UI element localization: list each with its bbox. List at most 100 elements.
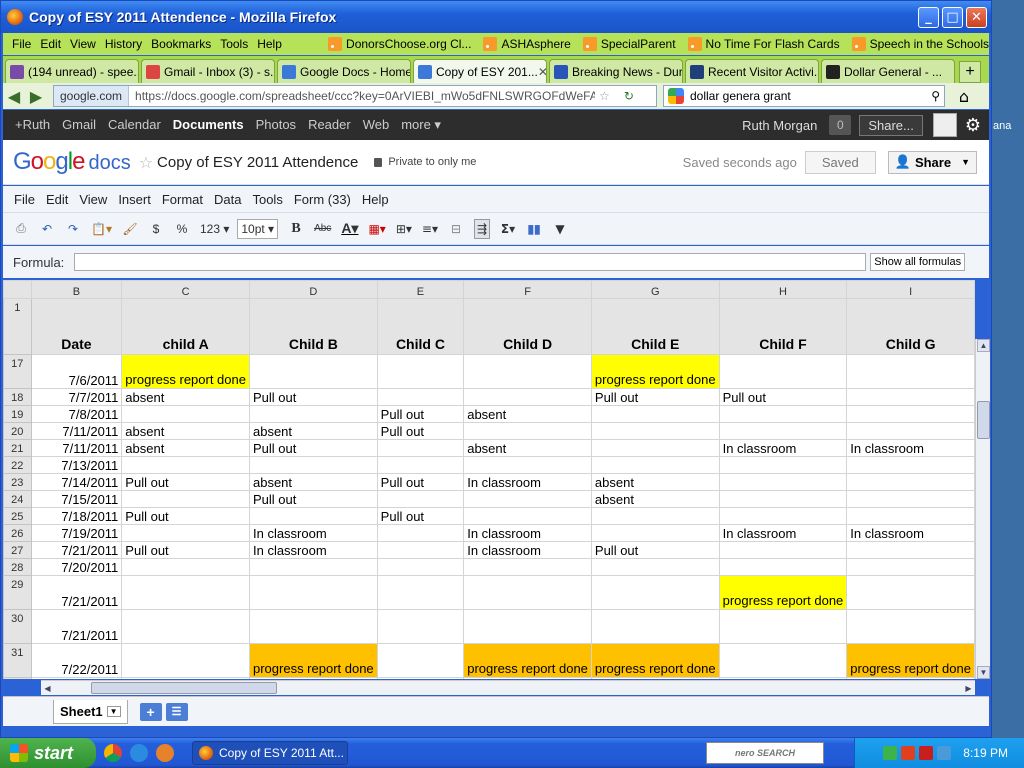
gbar-item[interactable]: Documents — [173, 117, 244, 133]
attendance-cell[interactable]: Pull out — [376, 422, 465, 440]
bookmark-item[interactable]: ASHAsphere — [483, 37, 571, 51]
row-number[interactable]: 26 — [3, 524, 32, 542]
attendance-cell[interactable] — [376, 388, 465, 406]
browser-tab[interactable]: Dollar General - ... — [821, 59, 955, 83]
bold-icon[interactable]: B — [288, 219, 304, 239]
date-cell[interactable]: 7/22/2011 — [30, 643, 123, 678]
attendance-cell[interactable] — [463, 388, 592, 406]
attendance-cell[interactable]: progress report done — [590, 643, 720, 678]
bookmark-item[interactable]: DonorsChoose.org Cl... — [328, 37, 471, 51]
chevron-down-icon[interactable]: ▼ — [106, 705, 121, 717]
url-bar[interactable]: google.com https://docs.google.com/sprea… — [53, 85, 657, 107]
attendance-cell[interactable] — [718, 507, 848, 525]
attendance-cell[interactable] — [376, 643, 465, 678]
attendance-cell[interactable] — [718, 354, 848, 389]
attendance-cell[interactable]: In classroom — [846, 439, 975, 457]
attendance-cell[interactable]: In classroom — [718, 524, 848, 542]
docs-menu-item[interactable]: File — [14, 192, 35, 207]
attendance-cell[interactable]: absent — [121, 388, 250, 406]
notification-count[interactable]: 0 — [829, 115, 852, 135]
date-cell[interactable]: 7/20/2011 — [30, 558, 123, 576]
docs-menu-item[interactable]: View — [79, 192, 107, 207]
attendance-cell[interactable]: progress report done — [846, 643, 975, 678]
bookmark-item[interactable]: SpecialParent — [582, 37, 676, 51]
attendance-cell[interactable]: Pull out — [248, 388, 378, 406]
redo-icon[interactable]: ↷ — [65, 219, 81, 239]
attendance-cell[interactable]: absent — [121, 439, 250, 457]
date-cell[interactable]: 7/19/2011 — [30, 524, 123, 542]
attendance-cell[interactable] — [376, 524, 465, 542]
attendance-cell[interactable] — [121, 643, 250, 678]
date-cell[interactable]: 7/7/2011 — [30, 388, 123, 406]
header-cell[interactable]: Child G — [846, 298, 975, 355]
docs-menu-item[interactable]: Help — [362, 192, 389, 207]
gear-icon[interactable]: ⚙ — [965, 115, 981, 136]
vertical-scrollbar[interactable]: ▲ ▼ — [975, 339, 990, 679]
text-color-icon[interactable]: A▾ — [341, 219, 358, 239]
column-header[interactable]: I — [846, 280, 975, 299]
chevron-down-icon[interactable]: ▼ — [961, 157, 970, 167]
row-number[interactable]: 17 — [3, 354, 32, 389]
vertical-scroll-thumb[interactable] — [977, 401, 990, 439]
show-all-formulas-button[interactable]: Show all formulas — [870, 253, 966, 271]
attendance-cell[interactable]: absent — [463, 439, 592, 457]
attendance-cell[interactable] — [846, 575, 975, 610]
attendance-cell[interactable] — [376, 456, 465, 474]
sheet-tab[interactable]: Sheet1 ▼ — [53, 699, 128, 724]
menu-file[interactable]: File — [12, 37, 31, 51]
browser-tab[interactable]: Copy of ESY 201... ✕ — [413, 59, 547, 83]
attendance-cell[interactable] — [718, 643, 848, 678]
paste-icon[interactable]: 📋▾ — [91, 219, 112, 239]
attendance-cell[interactable]: progress report done — [248, 643, 378, 678]
attendance-cell[interactable] — [846, 354, 975, 389]
docs-menu-item[interactable]: Edit — [46, 192, 68, 207]
attendance-cell[interactable] — [718, 405, 848, 423]
row-number[interactable]: 1 — [3, 298, 32, 355]
gbar-item[interactable]: Web — [363, 117, 390, 133]
user-name[interactable]: Ruth Morgan — [742, 118, 817, 133]
scroll-up-icon[interactable]: ▲ — [977, 339, 990, 352]
attendance-cell[interactable] — [590, 507, 720, 525]
search-magnifier-icon[interactable]: ⚲ — [931, 89, 940, 103]
attendance-cell[interactable] — [846, 388, 975, 406]
browser-tab[interactable]: Google Docs - Home — [277, 59, 411, 83]
attendance-cell[interactable] — [590, 456, 720, 474]
nero-search-box[interactable]: nero SEARCH — [706, 742, 824, 764]
attendance-cell[interactable] — [376, 609, 465, 644]
column-header[interactable]: H — [718, 280, 848, 299]
gbar-item[interactable]: Gmail — [62, 117, 96, 133]
attendance-cell[interactable] — [718, 422, 848, 440]
attendance-cell[interactable] — [846, 558, 975, 576]
attendance-cell[interactable] — [376, 558, 465, 576]
strikethrough-icon[interactable]: Abc — [314, 219, 331, 239]
search-input[interactable]: dollar genera grant ⚲ — [663, 85, 945, 107]
menu-help[interactable]: Help — [257, 37, 282, 51]
title-bar[interactable]: Copy of ESY 2011 Attendence - Mozilla Fi… — [1, 1, 991, 33]
attendance-cell[interactable]: Pull out — [121, 541, 250, 559]
attendance-cell[interactable] — [248, 354, 378, 389]
menu-view[interactable]: View — [70, 37, 96, 51]
row-number[interactable]: 28 — [3, 558, 32, 576]
row-number[interactable]: 21 — [3, 439, 32, 457]
attendance-cell[interactable] — [846, 541, 975, 559]
row-number[interactable]: 30 — [3, 609, 32, 644]
gbar-share-button[interactable]: Share... — [859, 114, 923, 136]
attendance-cell[interactable] — [121, 405, 250, 423]
attendance-cell[interactable] — [846, 677, 975, 679]
row-number[interactable]: 27 — [3, 541, 32, 559]
date-cell[interactable]: 7/22/2011 — [30, 677, 123, 679]
share-button[interactable]: 👤 Share ▼ — [887, 150, 977, 174]
row-number[interactable]: 23 — [3, 473, 32, 491]
attendance-cell[interactable]: Pull out — [376, 677, 465, 679]
attendance-cell[interactable] — [121, 490, 250, 508]
sheet-list-icon[interactable]: ☰ — [165, 702, 188, 721]
attendance-cell[interactable] — [248, 677, 378, 679]
header-cell[interactable]: Child E — [590, 298, 720, 355]
merge-cells-icon[interactable]: ⊟ — [448, 219, 464, 239]
avatar[interactable] — [932, 113, 957, 137]
tray-arrow-icon[interactable] — [883, 746, 898, 760]
attendance-cell[interactable] — [718, 558, 848, 576]
scroll-left-icon[interactable]: ◀ — [41, 682, 54, 694]
gbar-item[interactable]: more ▾ — [401, 117, 441, 133]
attendance-cell[interactable]: progress report done — [718, 575, 848, 610]
